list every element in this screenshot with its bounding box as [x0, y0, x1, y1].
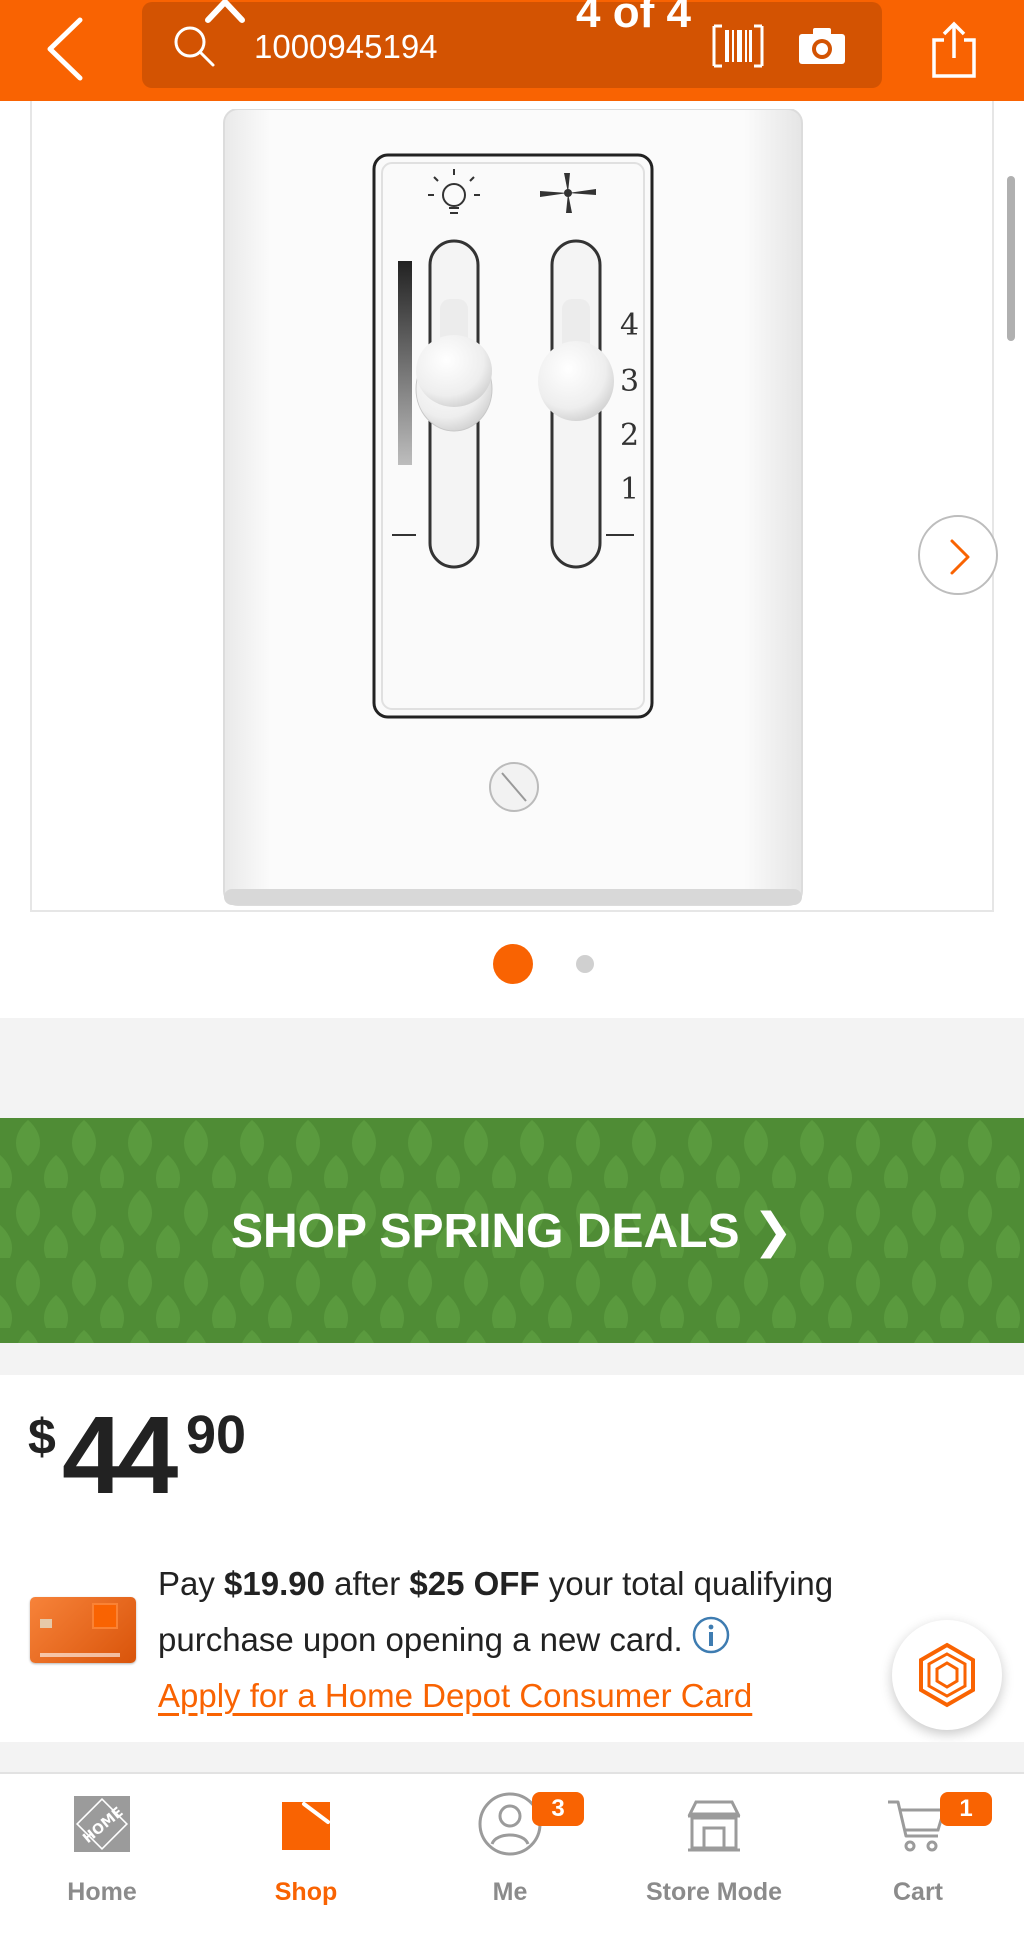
store-icon — [687, 1800, 741, 1852]
info-icon[interactable] — [691, 1615, 731, 1655]
tab-me[interactable]: 3 Me — [408, 1774, 612, 1945]
tab-home[interactable]: HOME Home — [0, 1774, 204, 1945]
banner-label: SHOP SPRING DEALS ❯ — [230, 1204, 794, 1258]
product-image-viewer[interactable]: 4 3 2 1 — [30, 101, 998, 912]
tab-cart[interactable]: 1 Cart — [816, 1774, 1020, 1945]
hexagon-logo-icon — [919, 1642, 975, 1708]
product-page: 1000945194 4 of 4 4 3 2 1 SHOP SPRING DE… — [0, 0, 1024, 1945]
home-depot-logo-icon: HOME — [74, 1796, 130, 1852]
svg-text:1: 1 — [620, 472, 639, 507]
tab-store-mode[interactable]: Store Mode — [612, 1774, 816, 1945]
svg-text:4: 4 — [620, 308, 639, 343]
chevron-up-icon — [205, 0, 245, 23]
spring-deals-banner[interactable]: SHOP SPRING DEALS ❯ — [0, 1118, 1024, 1343]
notification-badge: 3 — [532, 1792, 584, 1826]
product-image: 4 3 2 1 — [223, 109, 803, 906]
home-depot-logo-icon — [92, 1603, 118, 1629]
promo-text: Pay — [158, 1565, 225, 1602]
price-cents: 90 — [186, 1405, 247, 1465]
floating-action-button[interactable] — [892, 1620, 1002, 1730]
card-chip-icon — [40, 1619, 52, 1628]
barcode-icon[interactable] — [712, 24, 764, 68]
search-input[interactable]: 1000945194 — [254, 28, 438, 66]
section-divider — [0, 1742, 1024, 1772]
section-divider — [0, 1343, 1024, 1375]
tab-label: Cart — [892, 1878, 943, 1906]
svg-text:3: 3 — [620, 364, 639, 399]
tab-label: Shop — [274, 1878, 338, 1906]
tab-label: Store Mode — [645, 1878, 783, 1906]
search-icon — [174, 26, 215, 67]
apply-card-link[interactable]: Apply for a Home Depot Consumer Card — [158, 1677, 752, 1714]
pagination-dot[interactable] — [576, 955, 594, 973]
credit-card-image — [30, 1597, 136, 1663]
gallery-counter: 4 of 4 — [576, 0, 691, 37]
scrollbar[interactable] — [1007, 176, 1015, 341]
price-currency: $ — [28, 1409, 56, 1465]
tab-label: Home — [67, 1878, 137, 1906]
card-number-strip — [40, 1653, 120, 1657]
pagination-dot-active[interactable] — [493, 944, 533, 984]
camera-icon[interactable] — [797, 26, 847, 66]
svg-text:2: 2 — [620, 418, 639, 453]
promo-discount: $25 OFF — [409, 1565, 540, 1602]
share-icon[interactable] — [928, 20, 980, 80]
tab-label: Me — [492, 1878, 528, 1906]
tab-shop[interactable]: Shop — [204, 1774, 408, 1945]
search-bar[interactable]: 1000945194 4 of 4 — [142, 0, 882, 88]
back-button[interactable] — [40, 14, 90, 84]
image-pagination — [0, 944, 1024, 984]
chevron-left-icon — [47, 17, 83, 81]
header-bar: 1000945194 4 of 4 — [0, 0, 1024, 101]
promo-text: after — [324, 1565, 410, 1602]
next-image-button[interactable] — [918, 515, 998, 595]
card-promo-text: Pay $19.90 after $25 OFF your total qual… — [158, 1556, 918, 1724]
promo-amount: $19.90 — [224, 1565, 325, 1602]
price-dollars: 44 — [62, 1394, 178, 1517]
chevron-right-icon — [950, 539, 970, 575]
bottom-tab-bar: HOME Home Shop 3 Me Store Mode 1 Cart — [0, 1772, 1024, 1945]
cart-count-badge: 1 — [940, 1792, 992, 1826]
shop-icon — [282, 1802, 330, 1850]
section-divider — [0, 1018, 1024, 1118]
